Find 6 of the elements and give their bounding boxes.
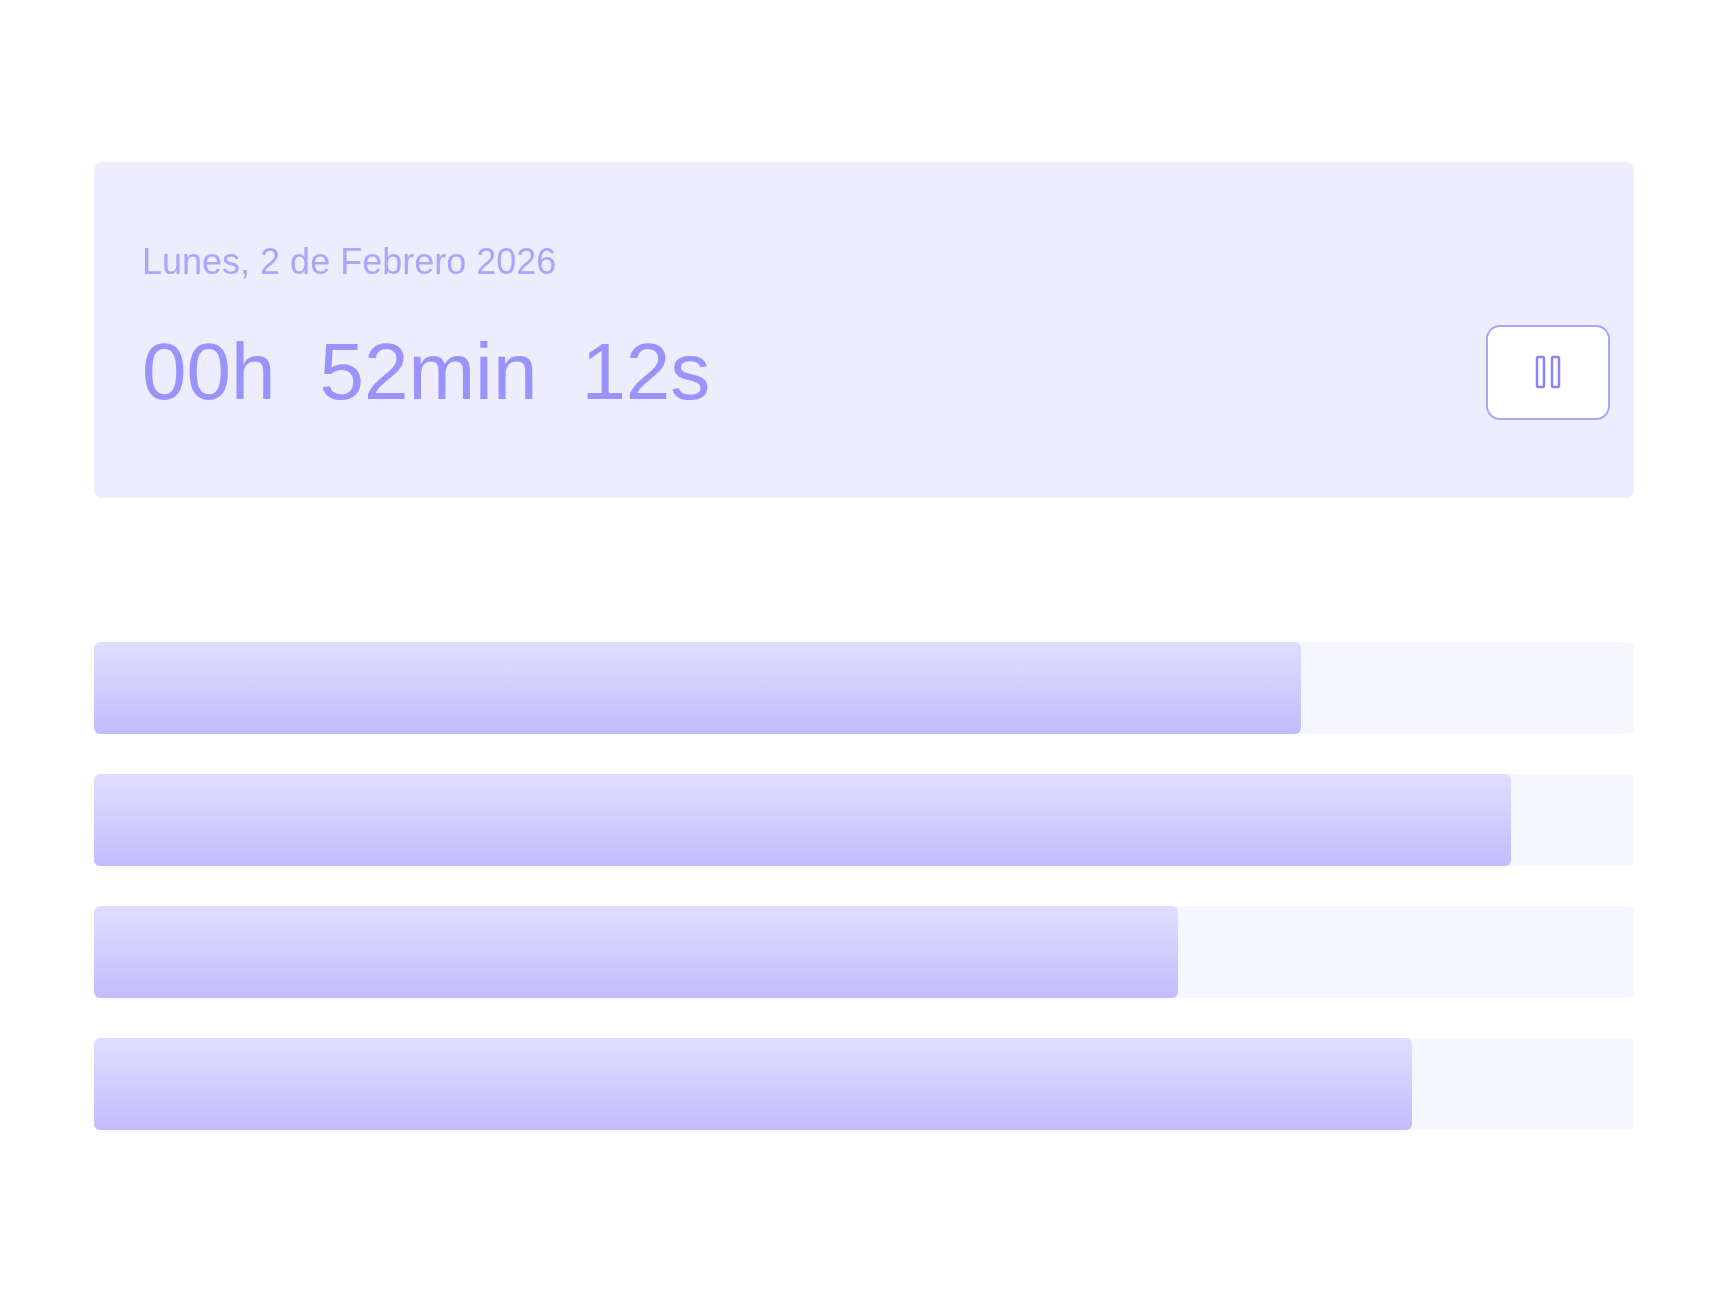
timer-text: 12s	[581, 326, 711, 418]
pause-icon	[1535, 355, 1561, 389]
date-text: Lunes, 2 de Febrero 2026	[142, 240, 557, 284]
timer-text: 52min	[319, 326, 538, 418]
timer-text: 00h	[142, 326, 276, 418]
pause-button[interactable]	[1486, 324, 1610, 420]
